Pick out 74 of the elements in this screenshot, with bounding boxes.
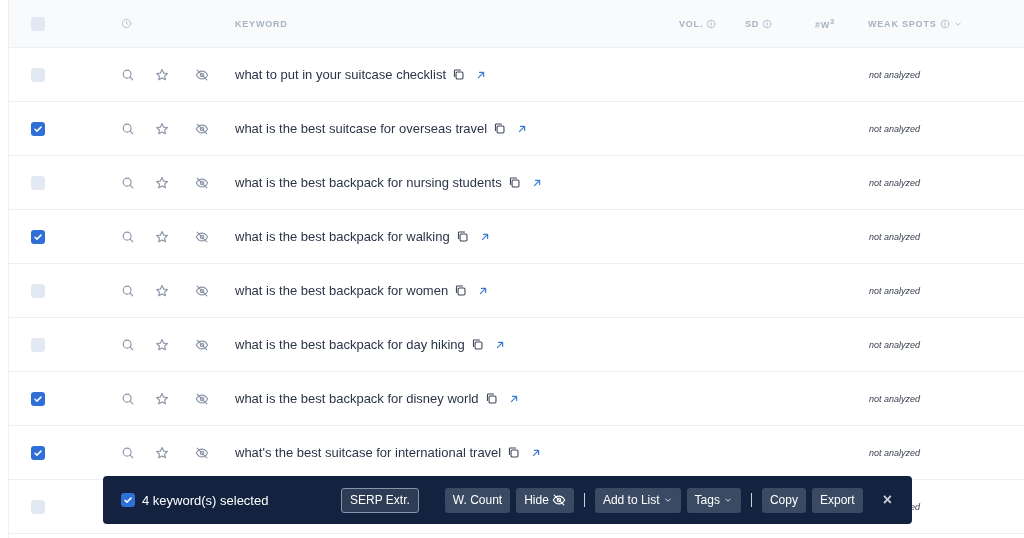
selection-count: 4 keyword(s) selected [142, 492, 269, 508]
star-icon[interactable] [155, 445, 169, 460]
copy-icon[interactable] [484, 392, 498, 405]
search-icon[interactable] [121, 391, 135, 406]
search-icon[interactable] [121, 121, 135, 136]
eye-slash-icon[interactable] [195, 445, 209, 460]
keyword-text: what is the best backpack for disney world [235, 391, 479, 406]
star-icon[interactable] [155, 175, 169, 190]
search-icon[interactable] [121, 283, 135, 298]
checkbox[interactable] [31, 337, 45, 352]
search-icon[interactable] [121, 229, 135, 244]
toolbar-button[interactable]: Copy [761, 487, 806, 513]
info-icon [706, 18, 717, 29]
info-icon [762, 18, 773, 29]
copy-icon[interactable] [493, 122, 507, 135]
toolbar-button[interactable]: W. Count [444, 487, 511, 513]
serp-button[interactable]: SERP Extr. [341, 487, 419, 513]
checkbox[interactable] [31, 175, 45, 190]
checkbox[interactable] [31, 121, 45, 136]
toolbar-button[interactable]: Export [811, 487, 863, 513]
copy-icon[interactable] [454, 284, 468, 297]
dropdown-button[interactable]: Add to List [594, 487, 681, 513]
keyword-text: what is the best backpack for women [235, 283, 449, 298]
eye-slash-icon[interactable] [195, 175, 209, 190]
keyword-text: what is the best backpack for day hiking [235, 337, 465, 352]
search-icon[interactable] [121, 337, 135, 352]
status-text: not analyzed [867, 231, 920, 242]
copy-icon[interactable] [452, 68, 465, 81]
chevron-down-icon [722, 495, 733, 505]
keyword-text: what's the best suitcase for international travel [235, 445, 502, 460]
status-text: not analyzed [867, 285, 920, 296]
checkbox[interactable] [31, 67, 45, 82]
copy-icon[interactable] [507, 176, 521, 189]
eye-slash-icon[interactable] [195, 67, 209, 82]
keyword-text: what is the best backpack for walking [235, 229, 450, 244]
close-button[interactable]: × [878, 491, 896, 509]
checkbox[interactable] [31, 229, 45, 244]
star-icon[interactable] [155, 229, 169, 244]
star-icon[interactable] [155, 337, 169, 352]
star-icon[interactable] [155, 121, 169, 136]
status-text: not analyzed [867, 447, 920, 458]
chevron-down-icon [662, 495, 673, 505]
status-text: not analyzed [867, 177, 920, 188]
dropdown-button[interactable]: Tags [686, 487, 741, 513]
status-text: not analyzed [867, 393, 920, 404]
copy-icon[interactable] [455, 230, 469, 243]
search-icon[interactable] [121, 67, 135, 82]
checkbox[interactable] [31, 445, 45, 460]
star-icon[interactable] [155, 283, 169, 298]
eye-slash-icon[interactable] [195, 283, 209, 298]
hide-button[interactable]: Hide [516, 487, 574, 513]
eye-slash-icon[interactable] [195, 391, 209, 406]
checkbox[interactable] [31, 499, 45, 514]
copy-icon[interactable] [507, 446, 521, 459]
checkbox[interactable] [121, 493, 135, 507]
checkbox[interactable] [31, 283, 45, 298]
eye-slash-icon[interactable] [195, 337, 209, 352]
keyword-text: what to put in your suitcase checklist [235, 67, 446, 82]
keyword-text: what is the best backpack for nursing students [235, 175, 502, 190]
keyword-text: what is the best suitcase for overseas travel [235, 121, 488, 136]
clock-icon [121, 18, 132, 29]
search-icon[interactable] [121, 445, 135, 460]
search-icon[interactable] [121, 175, 135, 190]
star-icon[interactable] [155, 67, 169, 82]
star-icon[interactable] [155, 391, 169, 406]
status-text: not analyzed [867, 123, 920, 134]
status-text: not analyzed [867, 339, 920, 350]
checkbox[interactable] [31, 391, 45, 406]
eye-slash-icon [551, 493, 566, 507]
info-icon [939, 18, 950, 29]
eye-slash-icon[interactable] [195, 121, 209, 136]
eye-slash-icon[interactable] [195, 229, 209, 244]
status-text: not analyzed [867, 69, 920, 80]
copy-icon[interactable] [470, 338, 484, 351]
